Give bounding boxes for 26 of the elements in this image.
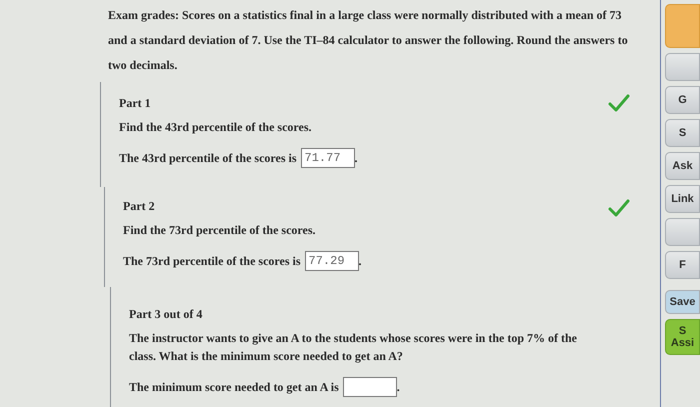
sidebar-button[interactable] (665, 4, 700, 48)
sidebar-button[interactable]: S Assi (665, 319, 700, 355)
problem-statement: Exam grades: Scores on a statistics final in a large class were normally distributed with a mean of 73 and a standard deviation of 7. Use the TI–84 calculator to answer the following. Round the answers to two decimals. (107, 7, 629, 74)
sidebar-button[interactable]: F (665, 251, 700, 279)
answer-field[interactable] (342, 377, 397, 397)
period-text: . (354, 150, 358, 167)
question-text: Find the 73rd percentile of the scores. (123, 222, 317, 239)
question-text: Find the 43rd percentile of the scores. (119, 119, 313, 136)
sidebar-button[interactable]: Ask (665, 152, 700, 180)
answer-label: The 73rd percentile of the scores is (123, 253, 301, 270)
sidebar-button[interactable]: S (665, 119, 700, 147)
question-text: The instructor wants to give an A to the students whose scores were in the top 7% of the class. What is the minimum score needed to get an A? (129, 330, 578, 365)
sidebar-button[interactable] (665, 218, 700, 246)
period-text: . (396, 379, 400, 396)
sidebar-button[interactable]: Link (665, 185, 700, 213)
part-title: Part 2 (123, 198, 156, 215)
answer-label: The minimum score needed to get an A is (129, 379, 339, 396)
part-title: Part 1 (119, 95, 152, 112)
part-title: Part 3 out of 4 (129, 306, 204, 323)
answer-field[interactable]: 77.29 (304, 251, 359, 271)
period-text: . (358, 253, 362, 270)
sidebar-button[interactable] (665, 53, 700, 81)
sidebar-button[interactable]: Save (665, 290, 700, 314)
answer-field[interactable]: 71.77 (300, 148, 355, 168)
sidebar-button[interactable]: G (665, 86, 700, 114)
answer-label: The 43rd percentile of the scores is (119, 150, 297, 167)
